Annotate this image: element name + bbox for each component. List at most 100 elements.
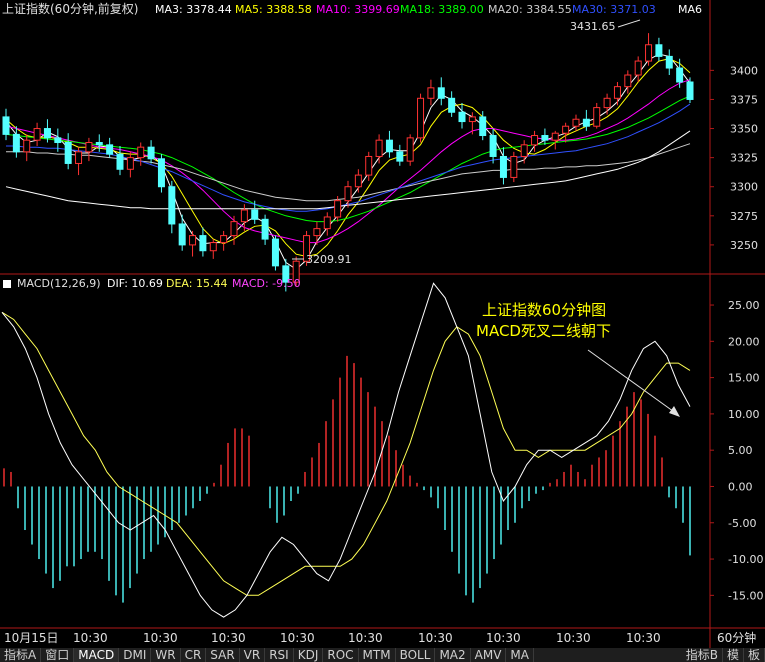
candle-body [323, 216, 331, 230]
tab-sar[interactable]: SAR [206, 648, 240, 662]
candle-body [75, 151, 83, 164]
x-label-9: 10:30 [626, 631, 661, 645]
candle-body [541, 135, 549, 141]
macd-panel[interactable]: 25.00 20.00 15.00 10.00 5.00 0.00 -5.00 -10.00 -… [1, 282, 763, 618]
candle-body [520, 144, 528, 157]
tab-mtm[interactable]: MTM [359, 648, 396, 662]
candle-body [334, 200, 342, 218]
tab-cr[interactable]: CR [181, 648, 207, 662]
candle-body [354, 174, 362, 188]
annotation-line1: 上证指数60分钟图 [482, 301, 606, 319]
macd-tick-label: 0.00 [728, 480, 753, 493]
candle-body [448, 97, 456, 113]
macd-tick-label: -10.00 [728, 553, 763, 566]
dea-line [1, 311, 691, 596]
price-panel[interactable]: 3250 3275 3300 3325 3350 3375 3400 [2, 19, 758, 292]
tab-kdj[interactable]: KDJ [294, 648, 324, 662]
candle-body [261, 218, 269, 240]
candle-body [240, 209, 248, 223]
period-label: 60分钟 [717, 630, 756, 645]
tab-indicator-b[interactable]: 指标B [682, 648, 723, 662]
candle-body [23, 139, 31, 153]
tab-macd[interactable]: MACD [74, 648, 120, 662]
annotation-line2: MACD死叉二线朝下 [476, 322, 611, 340]
candle-body [385, 139, 393, 153]
candle-body [396, 151, 404, 162]
macd-value-label: MACD: -9.50 [232, 277, 301, 290]
price-high-label: 3431.65 [570, 20, 616, 33]
tab-rsi[interactable]: RSI [265, 648, 294, 662]
candle-body [126, 157, 134, 170]
x-label-4: 10:30 [280, 631, 315, 645]
candle-body [562, 125, 570, 134]
chart-svg: 3250 3275 3300 3325 3350 3375 3400 25.00 20.00 1… [0, 0, 765, 648]
candle-body [271, 238, 279, 267]
candle-body [417, 97, 425, 139]
macd-tick-label: 20.00 [728, 335, 760, 348]
tab-ma2[interactable]: MA2 [435, 648, 471, 662]
dif-label: DIF: 10.69 [107, 277, 163, 290]
candle-body [365, 155, 373, 176]
dea-label: DEA: 15.44 [166, 277, 227, 290]
candle-body [54, 137, 62, 144]
candle-body [582, 118, 590, 127]
tab-dmi[interactable]: DMI [119, 648, 152, 662]
candle-body [489, 135, 497, 157]
candle-body [157, 158, 165, 188]
macd-tick-label: 5.00 [728, 444, 753, 457]
x-label-7: 10:30 [486, 631, 521, 645]
candle-body [593, 107, 601, 127]
tab-ma[interactable]: MA [506, 648, 534, 662]
tab-indicator-a[interactable]: 指标A [0, 648, 42, 662]
annotation-arrow-head [669, 406, 680, 417]
macd-settings-icon [3, 280, 11, 288]
candle-body [427, 87, 435, 99]
ma-line-ma3 [5, 53, 691, 270]
candle-body [613, 86, 621, 99]
candle-body [33, 128, 41, 141]
tab-roc[interactable]: ROC [323, 648, 359, 662]
candle-body [43, 128, 51, 139]
tab-window[interactable]: 窗口 [41, 648, 75, 662]
candle-body [458, 111, 466, 123]
tab-spacer [534, 648, 682, 662]
ma10-label: MA10: 3399.69 [316, 3, 400, 16]
price-tick-label: 3350 [730, 123, 758, 136]
ma3-label: MA3: 3378.44 [155, 3, 232, 16]
x-label-1: 10:30 [73, 631, 108, 645]
x-label-3: 10:30 [211, 631, 246, 645]
candle-body [510, 155, 518, 178]
tab-template[interactable]: 模 [723, 648, 744, 662]
candle-body [199, 235, 207, 252]
candle-body [251, 209, 259, 220]
x-label-6: 10:30 [418, 631, 453, 645]
candle-body [95, 142, 103, 146]
candle-body [64, 142, 72, 164]
candle-body [551, 132, 559, 141]
tab-vr[interactable]: VR [240, 648, 266, 662]
tab-amv[interactable]: AMV [471, 648, 507, 662]
candle-body [2, 116, 10, 135]
macd-tick-label: 25.00 [728, 299, 760, 312]
candle-body [220, 235, 228, 244]
price-tick-label: 3250 [730, 239, 758, 252]
candle-body [344, 186, 352, 202]
macd-name-label: MACD(12,26,9) [17, 277, 101, 290]
candle-body [686, 81, 694, 100]
price-tick-label: 3300 [730, 181, 758, 194]
chart-stage: 3250 3275 3300 3325 3350 3375 3400 25.00 20.00 1… [0, 0, 765, 662]
high-marker-arrow [617, 19, 641, 28]
x-label-0: 10月15日 [4, 631, 59, 645]
candle-body [665, 55, 673, 69]
candle-body [230, 221, 238, 237]
ma18-label: MA18: 3389.00 [400, 3, 484, 16]
tab-wr[interactable]: WR [151, 648, 181, 662]
tab-board[interactable]: 板 [744, 648, 765, 662]
candle-body [106, 144, 114, 155]
ma5-label: MA5: 3388.58 [235, 3, 312, 16]
macd-tick-label: -5.00 [728, 517, 756, 530]
ma30-label: MA30: 3371.03 [572, 3, 656, 16]
x-label-8: 10:30 [556, 631, 591, 645]
tab-boll[interactable]: BOLL [396, 648, 436, 662]
candle-body [572, 118, 580, 127]
